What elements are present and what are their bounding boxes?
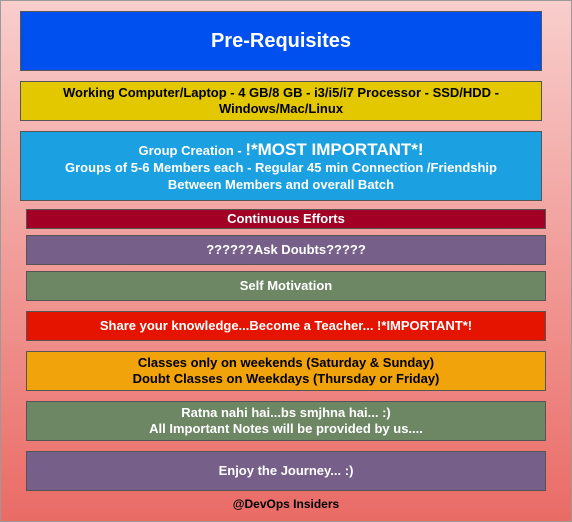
classes-box: Classes only on weekends (Saturday & Sun… <box>26 351 546 391</box>
hardware-box: Working Computer/Laptop - 4 GB/8 GB - i3… <box>20 81 542 121</box>
group-line-1: Groups of 5-6 Members each - Regular 45 … <box>65 160 497 176</box>
efforts-box: Continuous Efforts <box>26 209 546 229</box>
share-box: Share your knowledge...Become a Teacher.… <box>26 311 546 341</box>
title-box: Pre-Requisites <box>20 11 542 71</box>
group-emphasis: !*MOST IMPORTANT*! <box>245 140 424 160</box>
title-text: Pre-Requisites <box>210 29 352 52</box>
group-lead: Group Creation - <box>138 143 246 159</box>
doubts-text: ??????Ask Doubts????? <box>206 241 366 257</box>
motivation-text: Self Motivation <box>239 277 333 293</box>
journey-text: Enjoy the Journey... :) <box>218 462 354 478</box>
hardware-line-2: Windows/Mac/Linux <box>218 101 344 116</box>
ratna-line-2: All Important Notes will be provided by … <box>149 421 423 436</box>
ratna-box: Ratna nahi hai...bs smjhna hai... :) All… <box>26 401 546 441</box>
efforts-text: Continuous Efforts <box>227 210 345 226</box>
diagram-canvas: Pre-Requisites Working Computer/Laptop -… <box>0 0 572 522</box>
group-line-2: Between Members and overall Batch <box>167 176 395 192</box>
ratna-line-1: Ratna nahi hai...bs smjhna hai... :) <box>181 404 391 420</box>
footer-credit: @DevOps Insiders <box>232 497 340 511</box>
hardware-line-1: Working Computer/Laptop - 4 GB/8 GB - i3… <box>62 84 500 100</box>
group-box: Group Creation - !*MOST IMPORTANT*! Grou… <box>20 131 542 201</box>
doubts-box: ??????Ask Doubts????? <box>26 235 546 265</box>
classes-line-1: Classes only on weekends (Saturday & Sun… <box>137 354 435 370</box>
share-text: Share your knowledge...Become a Teacher.… <box>99 317 473 333</box>
classes-line-2: Doubt Classes on Weekdays (Thursday or F… <box>132 371 440 386</box>
group-heading: Group Creation - !*MOST IMPORTANT*! <box>138 139 423 160</box>
journey-box: Enjoy the Journey... :) <box>26 451 546 491</box>
motivation-box: Self Motivation <box>26 271 546 301</box>
